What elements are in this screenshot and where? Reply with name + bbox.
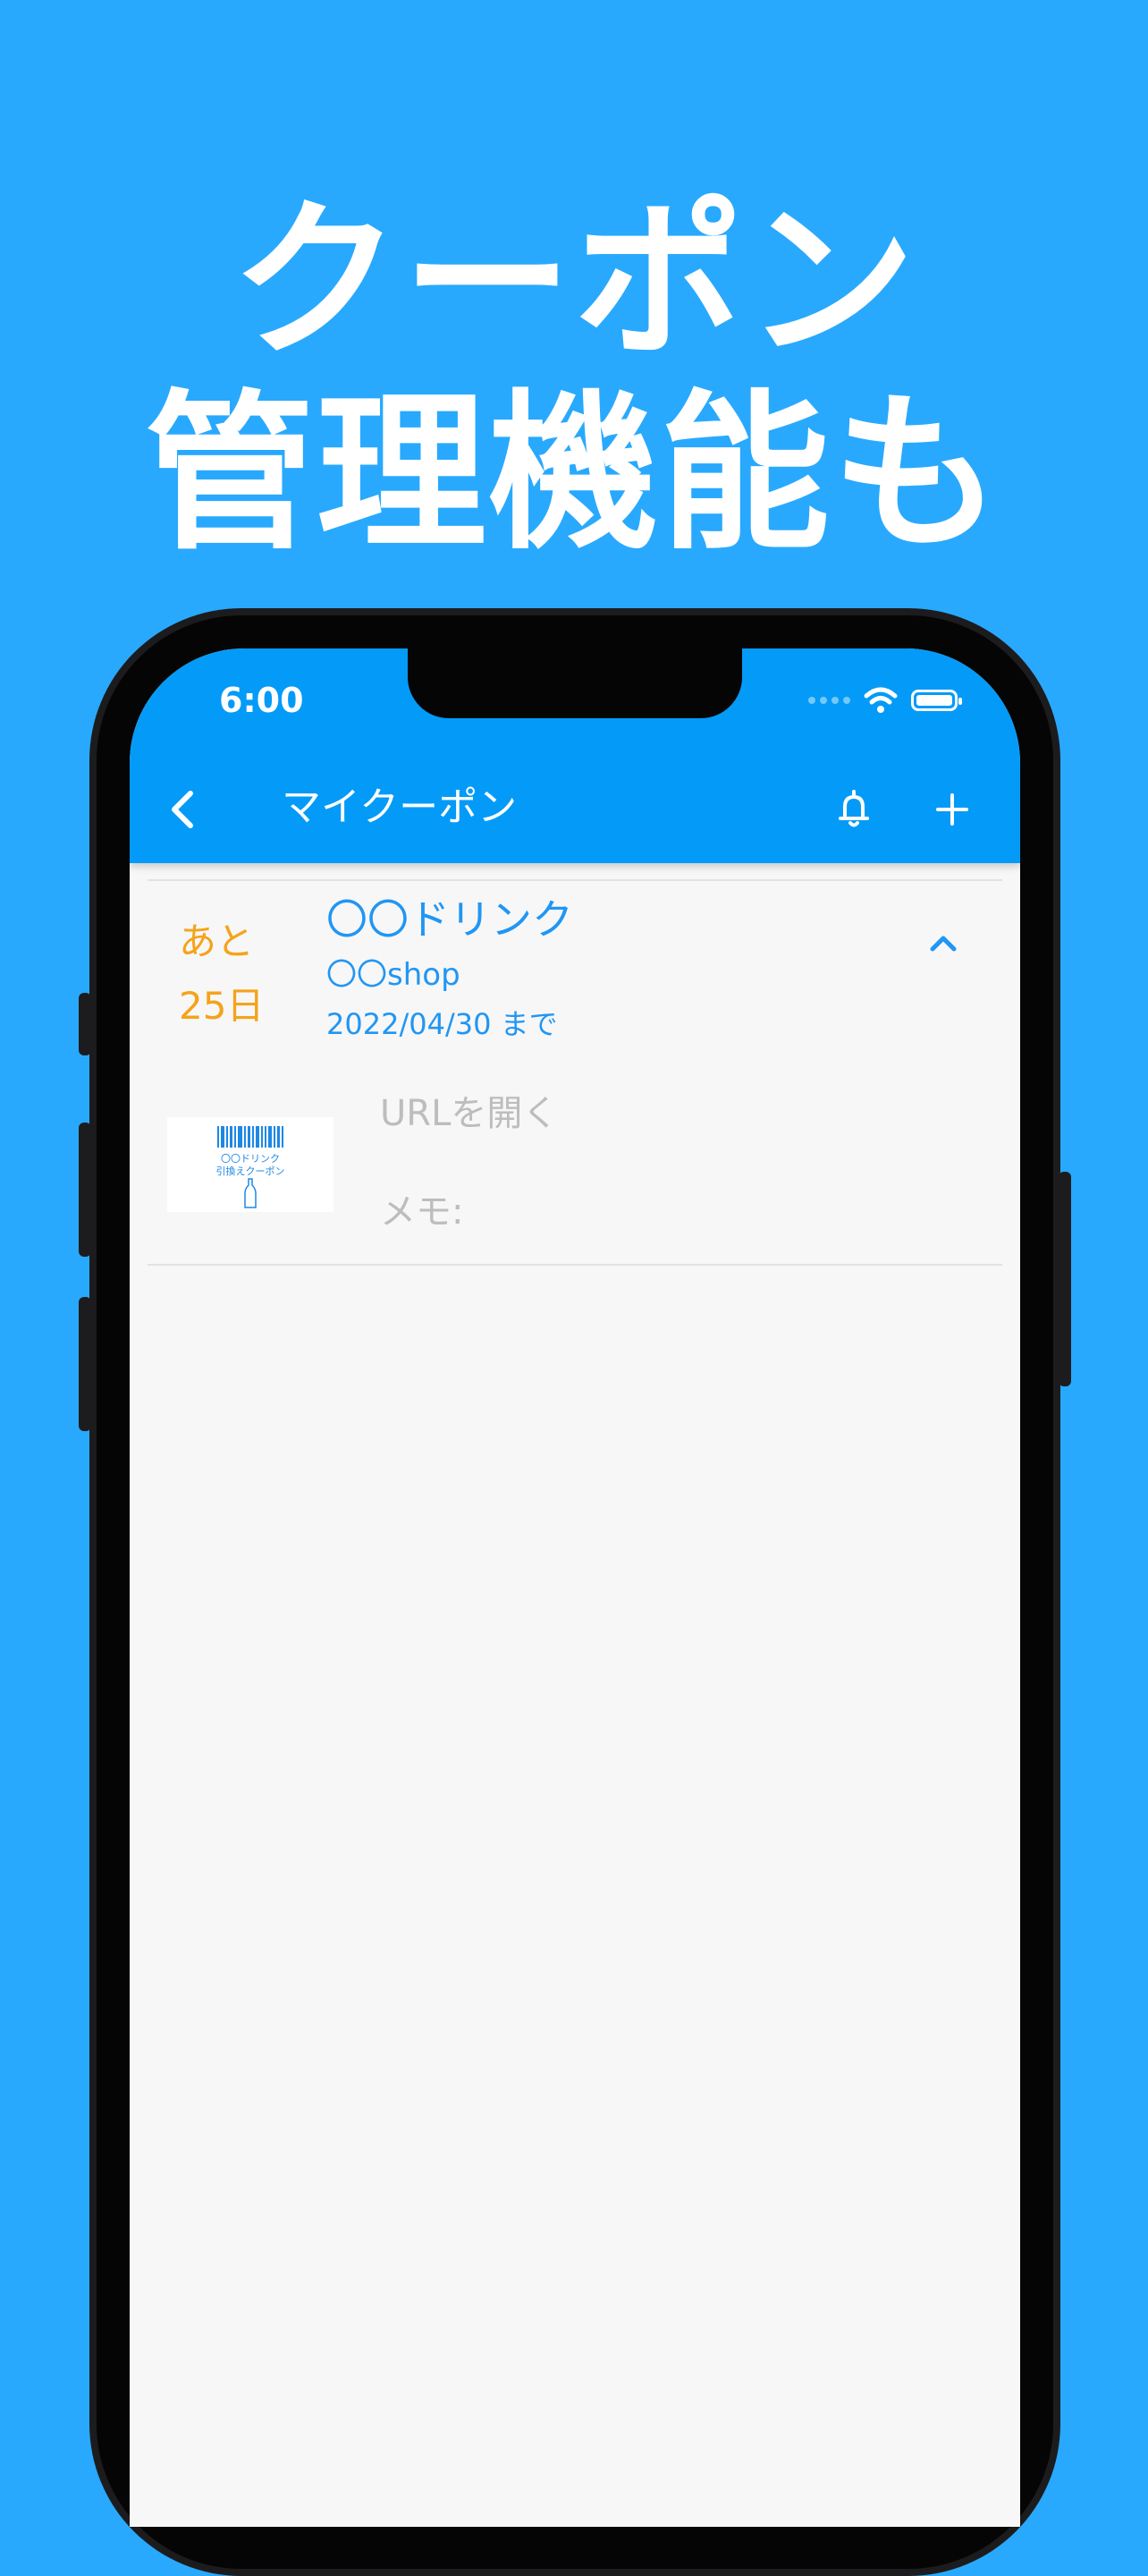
coupon-shop: 〇〇shop [326,957,460,993]
headline-line-1: クーポン [230,182,917,380]
days-remaining-prefix: あと [179,919,255,963]
silent-switch [79,993,91,1055]
volume-up-button [79,1123,91,1257]
coupon-expiry: 2022/04/30 まで [326,1007,558,1041]
bell-icon[interactable] [827,783,881,836]
coupon-thumbnail[interactable]: 〇〇ドリンク 引換えクーポン [167,1117,333,1212]
back-chevron-icon[interactable] [156,783,210,836]
thumbnail-subtitle: 引換えクーポン [215,1165,285,1177]
thumbnail-title: 〇〇ドリンク [221,1153,280,1165]
days-remaining-value: 25日 [179,984,265,1028]
notch [408,648,742,718]
status-icons [808,682,962,718]
chevron-up-icon[interactable] [916,917,970,970]
open-url-link[interactable]: URLを開く [380,1087,558,1140]
coupon-name[interactable]: 〇〇ドリンク [326,890,573,949]
page-title: マイクーポン [282,784,518,830]
list-divider-bottom [148,1264,1002,1266]
phone-screen: 6:00 マイクーポン あと 25日 〇〇ドリンク 〇〇shop 2022/04… [130,648,1020,2527]
memo-label: メモ: [380,1191,464,1233]
list-divider-top [148,879,1002,881]
plus-icon[interactable] [925,783,979,836]
barcode-icon [217,1126,285,1148]
volume-down-button [79,1297,91,1431]
battery-icon [911,690,962,711]
cellular-icon [808,697,850,704]
power-button [1059,1172,1071,1386]
app-bar: 6:00 マイクーポン [130,648,1020,863]
bottle-icon [244,1178,257,1208]
wifi-icon [864,687,898,713]
status-time: 6:00 [219,681,304,720]
headline-line-2: 管理機能も [144,375,1003,572]
